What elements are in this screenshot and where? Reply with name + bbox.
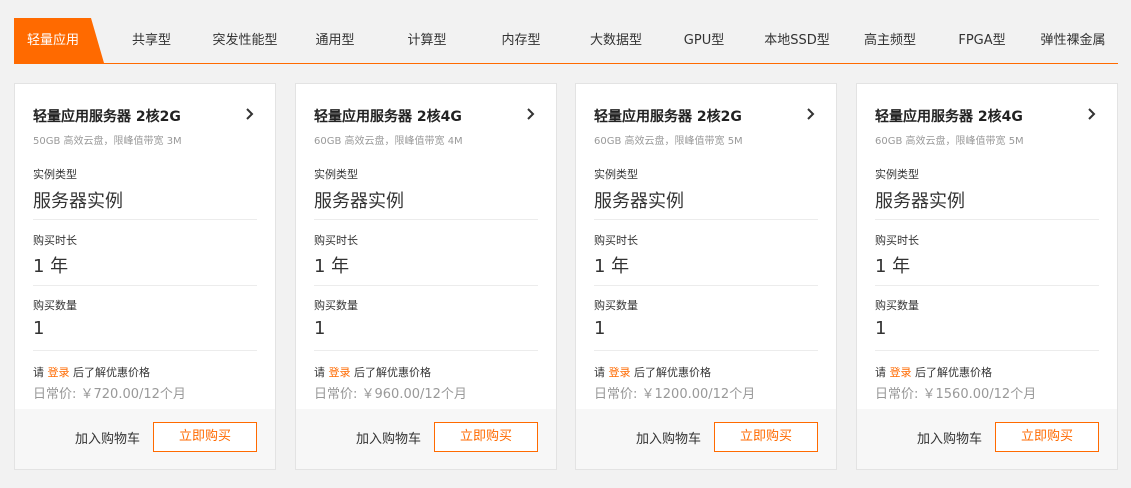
login-prompt: 请 登录 后了解优惠价格 xyxy=(594,364,711,380)
quantity-value: 1 xyxy=(594,318,606,339)
chevron-right-icon[interactable] xyxy=(1085,106,1099,122)
chevron-right-icon[interactable] xyxy=(243,106,257,122)
login-prefix: 请 xyxy=(594,366,605,379)
login-prompt: 请 登录 后了解优惠价格 xyxy=(875,364,992,380)
card-subtitle: 60GB 高效云盘，限峰值带宽 4M xyxy=(314,136,463,147)
tab-compute[interactable]: 计算型 xyxy=(394,18,460,63)
login-prefix: 请 xyxy=(314,366,325,379)
login-suffix: 后了解优惠价格 xyxy=(634,366,711,379)
duration-value: 1 年 xyxy=(875,256,911,277)
divider xyxy=(875,285,1099,286)
divider xyxy=(875,350,1099,351)
login-prompt: 请 登录 后了解优惠价格 xyxy=(33,364,150,380)
login-link[interactable]: 登录 xyxy=(609,366,631,379)
card-title: 轻量应用服务器 2核2G xyxy=(33,109,181,125)
instance-type-value: 服务器实例 xyxy=(314,191,404,212)
divider xyxy=(314,219,538,220)
tab-burstable[interactable]: 突发性能型 xyxy=(201,18,289,63)
instance-type-label: 实例类型 xyxy=(594,168,638,181)
card-title: 轻量应用服务器 2核4G xyxy=(875,109,1023,125)
instance-type-label: 实例类型 xyxy=(314,168,358,181)
product-card: 轻量应用服务器 2核4G 60GB 高效云盘，限峰值带宽 4M 实例类型 服务器… xyxy=(295,83,557,470)
duration-value: 1 年 xyxy=(594,256,630,277)
add-to-cart-button[interactable]: 加入购物车 xyxy=(356,428,421,447)
quantity-label: 购买数量 xyxy=(314,299,358,312)
instance-type-label: 实例类型 xyxy=(33,168,77,181)
regular-price: 日常价: ￥960.00/12个月 xyxy=(314,387,467,402)
tab-bare-metal[interactable]: 弹性裸金属 xyxy=(1036,18,1110,63)
duration-label: 购买时长 xyxy=(314,234,358,247)
quantity-value: 1 xyxy=(314,318,326,339)
login-suffix: 后了解优惠价格 xyxy=(73,366,150,379)
duration-value: 1 年 xyxy=(314,256,350,277)
login-link[interactable]: 登录 xyxy=(890,366,912,379)
instance-type-label: 实例类型 xyxy=(875,168,919,181)
tab-local-ssd[interactable]: 本地SSD型 xyxy=(759,18,835,63)
login-prompt: 请 登录 后了解优惠价格 xyxy=(314,364,431,380)
instance-type-tabs: 轻量应用 共享型 突发性能型 通用型 计算型 内存型 大数据型 GPU型 本地S… xyxy=(14,18,1118,64)
add-to-cart-button[interactable]: 加入购物车 xyxy=(636,428,701,447)
divider xyxy=(594,219,818,220)
card-subtitle: 60GB 高效云盘，限峰值带宽 5M xyxy=(875,136,1024,147)
divider xyxy=(33,219,257,220)
chevron-right-icon[interactable] xyxy=(524,106,538,122)
card-subtitle: 50GB 高效云盘，限峰值带宽 3M xyxy=(33,136,182,147)
card-footer: 加入购物车 立即购买 xyxy=(857,409,1117,469)
duration-label: 购买时长 xyxy=(875,234,919,247)
divider xyxy=(314,285,538,286)
quantity-value: 1 xyxy=(875,318,887,339)
tab-high-frequency[interactable]: 高主频型 xyxy=(856,18,924,63)
quantity-label: 购买数量 xyxy=(33,299,77,312)
divider xyxy=(33,285,257,286)
quantity-label: 购买数量 xyxy=(594,299,638,312)
tab-fpga[interactable]: FPGA型 xyxy=(952,18,1012,63)
add-to-cart-button[interactable]: 加入购物车 xyxy=(917,428,982,447)
buy-now-button[interactable]: 立即购买 xyxy=(995,422,1099,452)
regular-price: 日常价: ￥1200.00/12个月 xyxy=(594,387,756,402)
card-footer: 加入购物车 立即购买 xyxy=(576,409,836,469)
buy-now-button[interactable]: 立即购买 xyxy=(434,422,538,452)
quantity-label: 购买数量 xyxy=(875,299,919,312)
instance-type-value: 服务器实例 xyxy=(33,191,123,212)
tab-gpu[interactable]: GPU型 xyxy=(678,18,730,63)
login-prefix: 请 xyxy=(33,366,44,379)
instance-type-value: 服务器实例 xyxy=(594,191,684,212)
chevron-right-icon[interactable] xyxy=(804,106,818,122)
login-link[interactable]: 登录 xyxy=(48,366,70,379)
duration-label: 购买时长 xyxy=(33,234,77,247)
product-card: 轻量应用服务器 2核2G 50GB 高效云盘，限峰值带宽 3M 实例类型 服务器… xyxy=(14,83,276,470)
duration-label: 购买时长 xyxy=(594,234,638,247)
divider xyxy=(594,350,818,351)
card-footer: 加入购物车 立即购买 xyxy=(15,409,275,469)
buy-now-button[interactable]: 立即购买 xyxy=(714,422,818,452)
divider xyxy=(33,350,257,351)
tabbar-divider xyxy=(14,63,1118,64)
login-suffix: 后了解优惠价格 xyxy=(915,366,992,379)
regular-price: 日常价: ￥720.00/12个月 xyxy=(33,387,186,402)
product-card: 轻量应用服务器 2核2G 60GB 高效云盘，限峰值带宽 5M 实例类型 服务器… xyxy=(575,83,837,470)
regular-price: 日常价: ￥1560.00/12个月 xyxy=(875,387,1037,402)
card-subtitle: 60GB 高效云盘，限峰值带宽 5M xyxy=(594,136,743,147)
login-suffix: 后了解优惠价格 xyxy=(354,366,431,379)
tab-lightweight[interactable]: 轻量应用 xyxy=(14,18,104,63)
divider xyxy=(594,285,818,286)
card-title: 轻量应用服务器 2核4G xyxy=(314,109,462,125)
instance-type-value: 服务器实例 xyxy=(875,191,965,212)
divider xyxy=(314,350,538,351)
login-prefix: 请 xyxy=(875,366,886,379)
card-title: 轻量应用服务器 2核2G xyxy=(594,109,742,125)
tab-big-data[interactable]: 大数据型 xyxy=(578,18,654,63)
duration-value: 1 年 xyxy=(33,256,69,277)
card-footer: 加入购物车 立即购买 xyxy=(296,409,556,469)
tab-shared[interactable]: 共享型 xyxy=(114,18,189,63)
product-card: 轻量应用服务器 2核4G 60GB 高效云盘，限峰值带宽 5M 实例类型 服务器… xyxy=(856,83,1118,470)
add-to-cart-button[interactable]: 加入购物车 xyxy=(75,428,140,447)
divider xyxy=(875,219,1099,220)
buy-now-button[interactable]: 立即购买 xyxy=(153,422,257,452)
tab-general-purpose[interactable]: 通用型 xyxy=(302,18,368,63)
quantity-value: 1 xyxy=(33,318,45,339)
tab-memory[interactable]: 内存型 xyxy=(488,18,554,63)
login-link[interactable]: 登录 xyxy=(329,366,351,379)
